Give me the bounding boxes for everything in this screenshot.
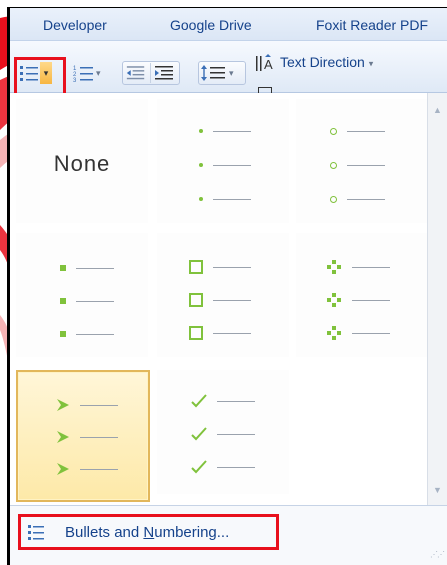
gallery-scrollbar[interactable]: ▲ ▼: [427, 93, 447, 505]
checkmark-bullet-icon: [191, 460, 207, 474]
bullet-list-icon: [28, 525, 44, 540]
checkmark-bullet-icon: [191, 394, 207, 408]
svg-text:3: 3: [73, 78, 77, 83]
bullet-option-none[interactable]: None: [16, 99, 148, 223]
dot-bullet-icon: [199, 197, 203, 201]
diamond-cluster-bullet-icon: [327, 260, 341, 274]
tab-foxit-reader-pdf[interactable]: Foxit Reader PDF: [316, 17, 428, 33]
dot-bullet-icon: [199, 163, 203, 167]
chevron-down-icon: ▾: [96, 67, 101, 78]
hollow-square-bullet-icon: [189, 260, 203, 274]
circle-bullet-icon: [330, 128, 337, 135]
chevron-down-icon: ▾: [229, 67, 234, 78]
decrease-indent-icon[interactable]: [123, 63, 151, 83]
chevron-down-icon: ▾: [368, 58, 374, 69]
bullet-option-dot[interactable]: [157, 99, 289, 223]
diamond-cluster-bullet-icon: [327, 293, 341, 307]
align-text-button-partial: [254, 85, 444, 93]
numbering-button[interactable]: 1 2 3 ▾: [72, 61, 114, 85]
numbered-list-icon: 1 2 3: [73, 66, 93, 83]
text-direction-button[interactable]: A Text Direction ▾: [254, 53, 373, 73]
dot-bullet-icon: [199, 129, 203, 133]
checkmark-bullet-icon: [191, 427, 207, 441]
none-label: None: [53, 151, 111, 176]
line-spacing-button[interactable]: ▾: [198, 61, 246, 85]
text-direction-label: Text Direction: [280, 53, 365, 70]
bullets-and-numbering-menu-item[interactable]: Bullets and Numbering...: [18, 514, 279, 550]
bullet-option-square-hollow[interactable]: [157, 233, 289, 357]
arrow-bullet-icon: [57, 399, 69, 411]
tab-google-drive[interactable]: Google Drive: [170, 17, 252, 33]
square-bullet-icon: [60, 265, 66, 271]
indent-button-group: [122, 61, 180, 85]
scroll-down-icon[interactable]: ▼: [433, 485, 442, 495]
bullet-option-checkmark[interactable]: [157, 370, 289, 494]
resize-grip-icon[interactable]: ⋰⋰: [430, 550, 445, 559]
square-bullet-icon: [60, 331, 66, 337]
bullet-option-arrow[interactable]: [16, 370, 150, 502]
bullets-and-numbering-label: Bullets and Numbering...: [65, 523, 230, 541]
paragraph-toolbar: ▾ 1 2 3 ▾ ▾ A Text Direction ▾: [10, 41, 447, 97]
circle-bullet-icon: [330, 196, 337, 203]
hollow-square-bullet-icon: [189, 326, 203, 340]
hollow-square-bullet-icon: [189, 293, 203, 307]
arrow-bullet-icon: [57, 463, 69, 475]
line-spacing-icon: [201, 65, 225, 81]
arrow-bullet-icon: [57, 431, 69, 443]
text-direction-icon: A: [256, 54, 273, 72]
scroll-up-icon[interactable]: ▲: [433, 105, 442, 115]
bullet-library-gallery: None: [10, 93, 428, 505]
ribbon-tab-bar: Developer Google Drive Foxit Reader PDF: [10, 8, 447, 41]
bullet-option-circle[interactable]: [296, 99, 428, 223]
gallery-footer: Bullets and Numbering... ⋰⋰: [10, 505, 447, 565]
increase-indent-icon[interactable]: [151, 63, 179, 83]
diamond-cluster-bullet-icon: [327, 326, 341, 340]
circle-bullet-icon: [330, 162, 337, 169]
bullets-highlight-box: [14, 57, 66, 97]
bullet-option-diamond-cluster[interactable]: [296, 233, 428, 357]
square-bullet-icon: [60, 298, 66, 304]
bullet-option-square-small[interactable]: [16, 233, 148, 357]
svg-text:A: A: [264, 57, 273, 72]
tab-developer[interactable]: Developer: [43, 17, 107, 33]
